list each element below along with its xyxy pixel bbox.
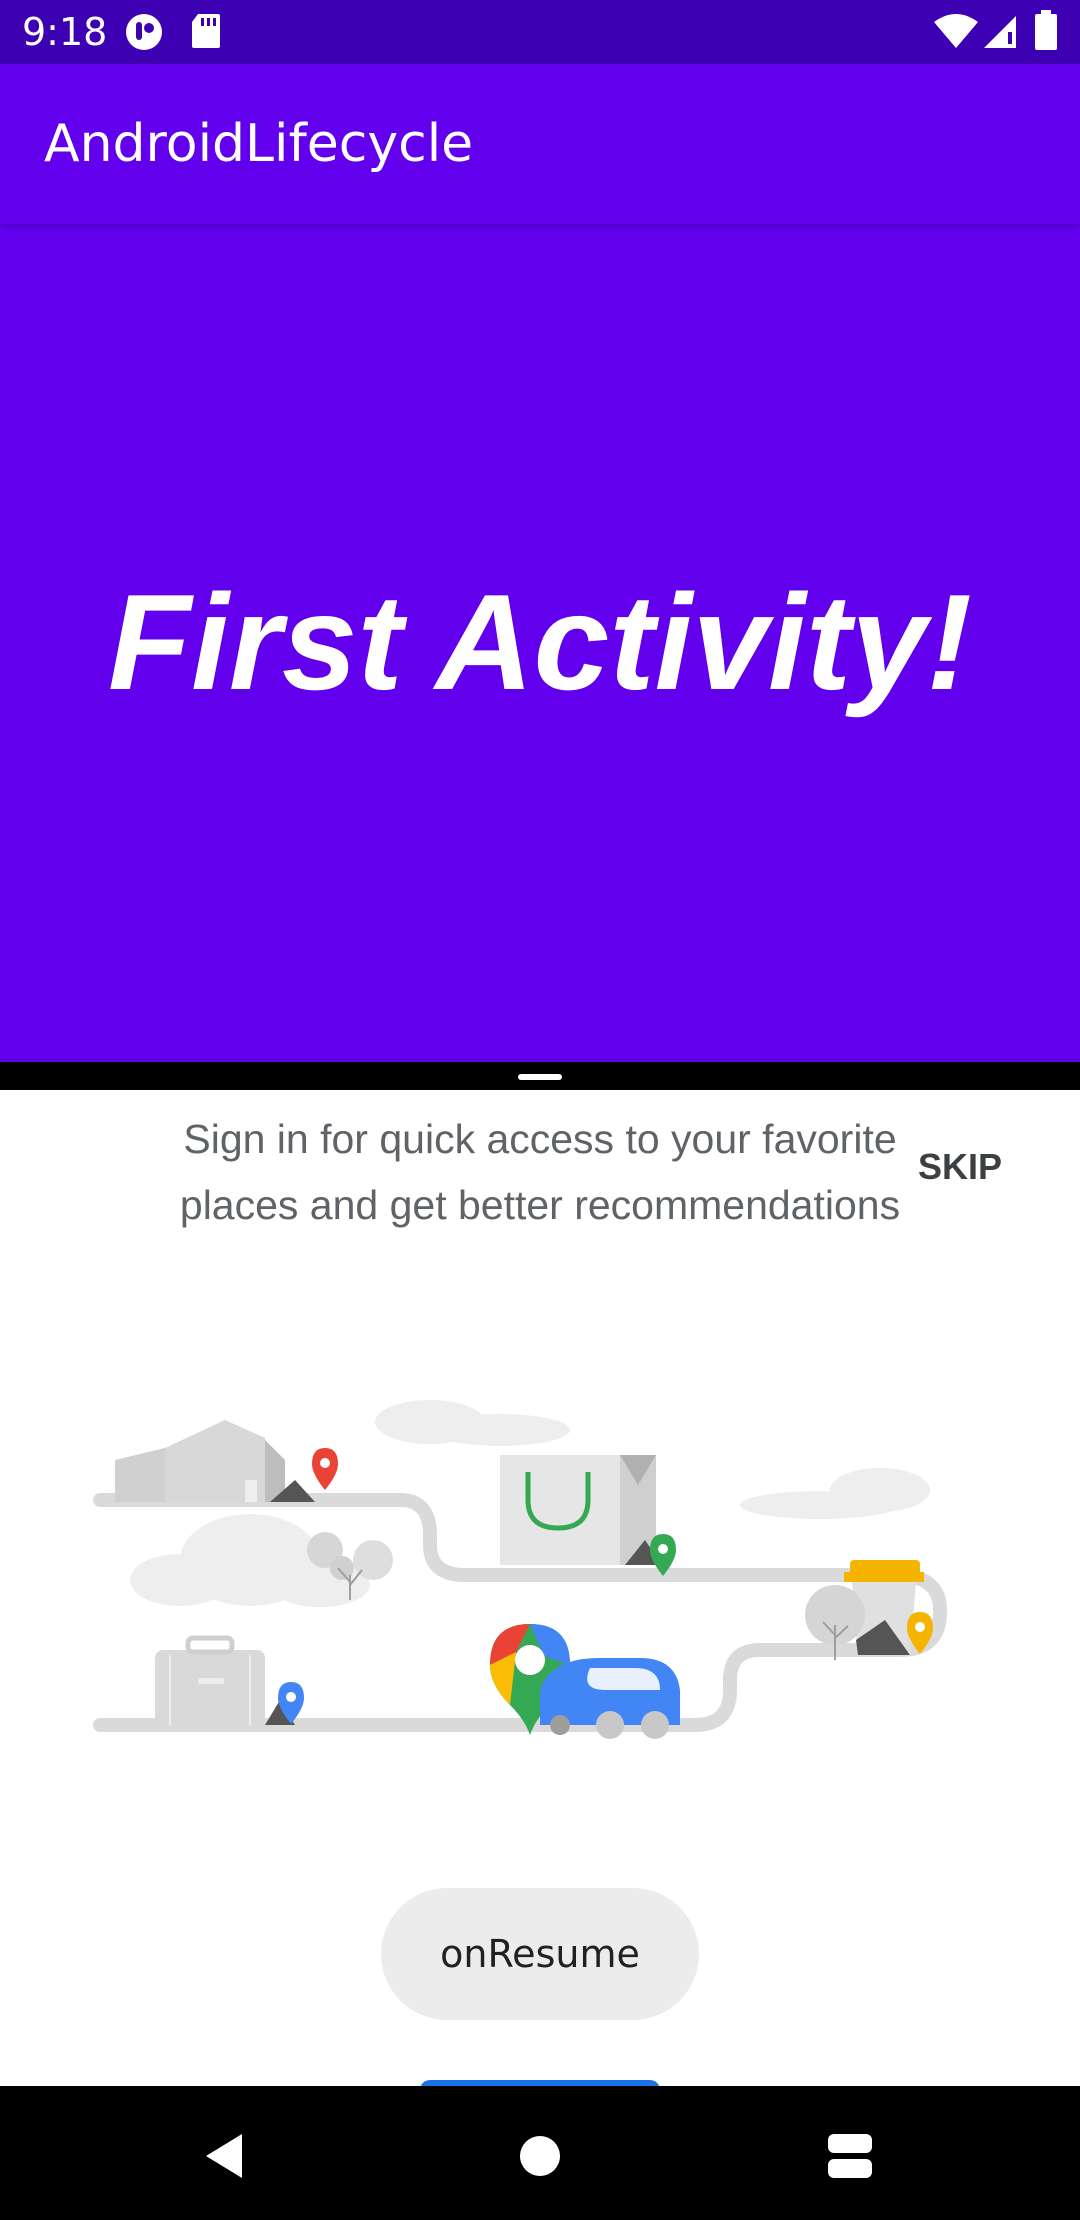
car-icon [540,1658,680,1739]
app-bar: AndroidLifecycle [0,64,1080,224]
toast-message: onResume [381,1888,699,2020]
red-location-pin-icon [312,1448,338,1490]
maps-signin-panel: Sign in for quick access to your favorit… [0,1090,1080,2086]
cell-signal-icon [982,14,1018,55]
main-content: First Activity! [0,224,1080,1062]
page-title: First Activity! [107,566,972,718]
back-icon[interactable] [186,2116,266,2196]
sd-card-icon [190,12,222,55]
signin-message: Sign in for quick access to your favorit… [179,1116,901,1228]
recents-icon[interactable] [810,2116,890,2196]
shopping-bag-icon [500,1455,662,1565]
home-icon[interactable] [500,2116,580,2196]
divider-handle[interactable] [518,1074,562,1080]
app-title: AndroidLifecycle [44,114,474,174]
status-bar: 9:18 [0,0,1080,64]
status-time: 9:18 [22,10,108,54]
wifi-icon [934,14,978,55]
maps-illustration [93,1400,947,1739]
app-notification-icon [124,12,164,57]
split-screen-divider[interactable] [0,1062,1080,1090]
battery-icon [1034,10,1058,55]
skip-button[interactable]: SKIP [918,1146,1002,1188]
suitcase-icon [155,1635,295,1725]
navigation-bar [0,2086,1080,2220]
house-icon [115,1420,315,1502]
